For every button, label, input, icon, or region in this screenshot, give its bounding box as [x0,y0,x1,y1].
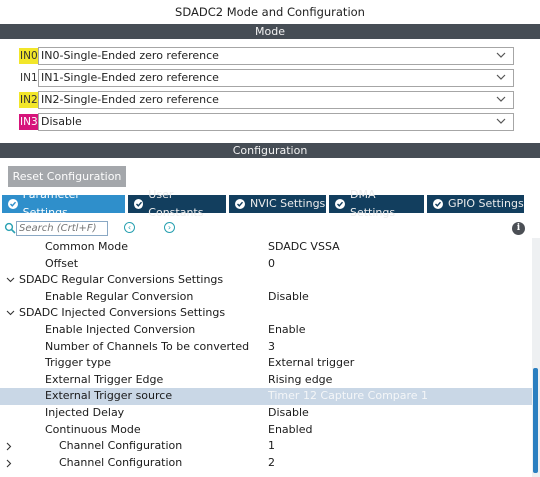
search-icon [4,222,16,234]
caret-expanded-icon[interactable] [6,305,15,321]
mode-select-value: Disable [41,115,82,128]
param-row-channel-configuration-1[interactable]: Channel Configuration 1 [0,438,532,455]
check-circle-icon [235,199,245,209]
check-circle-icon [134,199,144,209]
tab-label: GPIO Settings [448,197,524,210]
mode-label-in3: IN3 [19,114,39,130]
check-circle-icon [335,199,345,209]
param-row-enable-injected[interactable]: Enable Injected Conversion Enable [0,322,532,339]
mode-select-in2[interactable]: IN2-Single-Ended zero reference [38,91,514,109]
mode-row-in2: IN2 IN2-Single-Ended zero reference [0,89,540,111]
parameter-scrollbar[interactable] [532,238,540,477]
chevron-down-icon[interactable] [496,92,508,108]
mode-section-header: Mode [0,24,540,39]
search-bar: ‹ › i [0,220,540,238]
param-group-injected[interactable]: SDADC Injected Conversions Settings [0,305,532,322]
param-row-number-of-channels[interactable]: Number of Channels To be converted 3 [0,339,532,356]
param-name: Continuous Mode [45,422,141,436]
param-row-external-trigger-edge[interactable]: External Trigger Edge Rising edge [0,372,532,389]
mode-row-in1: IN1 IN1-Single-Ended zero reference [0,67,540,89]
chevron-down-icon[interactable] [496,114,508,130]
parameter-tree: Common Mode SDADC VSSA Offset 0 SDADC Re… [0,239,532,471]
mode-label-in1: IN1 [20,72,38,84]
param-group-name: SDADC Regular Conversions Settings [19,273,224,287]
mode-select-value: IN0-Single-Ended zero reference [41,49,219,62]
mode-label-in2: IN2 [19,92,39,108]
param-group-regular[interactable]: SDADC Regular Conversions Settings [0,272,532,289]
param-value: Enabled [268,422,313,436]
param-row-external-trigger-source[interactable]: External Trigger source Timer 12 Capture… [0,388,532,405]
param-row-enable-regular[interactable]: Enable Regular Conversion Disable [0,289,532,306]
tab-gpio-settings[interactable]: GPIO Settings [427,195,524,213]
check-circle-icon [433,199,443,209]
param-value: Timer 12 Capture Compare 1 [268,389,429,403]
param-name: External Trigger source [45,389,173,403]
tab-label: User Constants [148,188,204,219]
param-row-common-mode[interactable]: Common Mode SDADC VSSA [0,239,532,256]
param-value: 0 [268,256,275,270]
param-name: Number of Channels To be converted [45,339,250,353]
caret-collapsed-icon[interactable] [6,455,15,471]
mode-label-in0: IN0 [19,48,39,64]
param-name: Enable Injected Conversion [45,322,196,336]
caret-collapsed-icon[interactable] [6,438,15,454]
mode-select-in3[interactable]: Disable [38,113,514,131]
mode-row-in3: IN3 Disable [0,111,540,133]
param-row-offset[interactable]: Offset 0 [0,256,532,273]
caret-expanded-icon[interactable] [6,272,15,288]
param-value: Rising edge [268,372,333,386]
mode-select-value: IN2-Single-Ended zero reference [41,93,219,106]
mode-panel: IN0 IN0-Single-Ended zero reference IN1 … [0,39,540,143]
param-name: Trigger type [45,356,112,370]
param-value: 3 [268,339,275,353]
info-icon[interactable]: i [512,222,525,235]
tab-label: Parameter Settings [22,188,80,219]
param-name: Channel Configuration [59,455,183,469]
search-input[interactable] [16,221,108,236]
tab-dma-settings[interactable]: DMA Settings [329,188,424,219]
param-value: External trigger [268,356,355,370]
mode-select-in1[interactable]: IN1-Single-Ended zero reference [38,69,514,87]
config-tabs: Parameter Settings User Constants NVIC S… [0,188,540,219]
param-row-injected-delay[interactable]: Injected Delay Disable [0,405,532,422]
param-row-continuous-mode[interactable]: Continuous Mode Enabled [0,422,532,439]
param-name: Common Mode [45,240,129,253]
tab-user-constants[interactable]: User Constants [128,188,226,219]
param-value: Enable [268,322,306,336]
check-circle-icon [8,199,18,209]
next-result-icon[interactable]: › [164,222,175,233]
param-row-channel-configuration-2[interactable]: Channel Configuration 2 [0,455,532,472]
prev-result-icon[interactable]: ‹ [124,222,135,233]
mode-select-value: IN1-Single-Ended zero reference [41,71,219,84]
chevron-down-icon[interactable] [496,48,508,64]
chevron-down-icon[interactable] [496,70,508,86]
param-group-name: SDADC Injected Conversions Settings [19,306,226,320]
param-value: Disable [268,289,309,303]
tab-label: DMA Settings [349,188,396,219]
configuration-section-header: Configuration [0,143,540,158]
param-name: Offset [45,256,79,270]
param-row-trigger-type[interactable]: Trigger type External trigger [0,355,532,372]
param-value: SDADC VSSA [268,240,340,253]
mode-row-in0: IN0 IN0-Single-Ended zero reference [0,45,540,67]
tab-parameter-settings[interactable]: Parameter Settings [2,188,125,219]
tab-label: NVIC Settings [250,197,326,210]
param-value: 1 [268,439,275,453]
reset-configuration-button[interactable]: Reset Configuration [8,166,126,187]
tab-nvic-settings[interactable]: NVIC Settings [229,195,326,213]
param-value: 2 [268,455,275,469]
param-value: Disable [268,405,309,419]
scrollbar-thumb[interactable] [533,368,538,473]
param-name: External Trigger Edge [45,372,164,386]
param-name: Injected Delay [45,405,125,419]
param-name: Enable Regular Conversion [45,289,194,303]
mode-select-in0[interactable]: IN0-Single-Ended zero reference [38,47,514,65]
param-name: Channel Configuration [59,439,183,453]
window-title: SDADC2 Mode and Configuration [175,5,365,19]
